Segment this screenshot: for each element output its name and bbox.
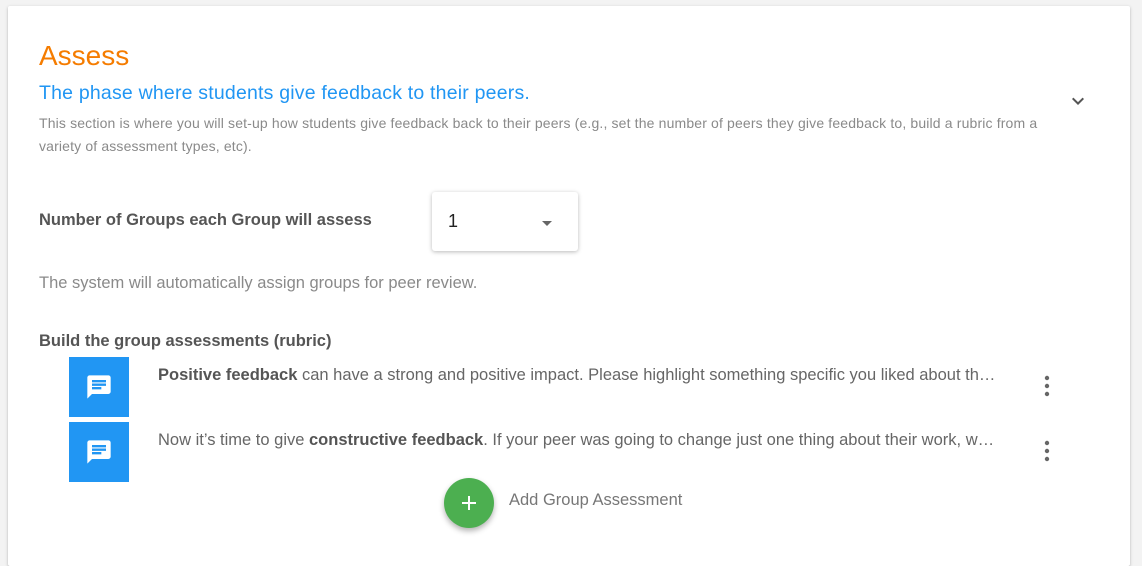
chevron-down-icon (1072, 97, 1084, 105)
rubric-item-rest-text: can have a strong and positive impact. P… (297, 366, 998, 384)
groups-count-value: 1 (448, 211, 459, 231)
dropdown-arrow-icon (542, 221, 552, 226)
more-vert-icon (1044, 440, 1050, 462)
section-title: Assess (39, 40, 130, 71)
more-vert-icon (1044, 375, 1050, 397)
rubric-label: Build the group assessments (rubric) (39, 332, 332, 350)
rubric-item-text: Now it’s time to give constructive feedb… (158, 431, 998, 450)
auto-assign-note: The system will automatically assign gro… (39, 274, 478, 292)
rubric-item-icon-box (69, 357, 129, 417)
rubric-item-rest-text: . If your peer was going to change just … (483, 431, 998, 449)
groups-count-select[interactable]: 1 (432, 192, 578, 251)
expand-toggle-button[interactable] (1066, 89, 1090, 113)
section-description: This section is where you will set-up ho… (39, 115, 1038, 154)
rubric-item-bold-text: constructive feedback (309, 431, 484, 449)
plus-icon (462, 496, 476, 510)
comment-icon (87, 440, 111, 464)
rubric-item-bold-text: Positive feedback (158, 366, 298, 384)
rubric-item-positive-feedback[interactable]: Positive feedback can have a strong and … (69, 357, 1069, 417)
rubric-item-icon-box (69, 422, 129, 482)
rubric-item-constructive-feedback[interactable]: Now it’s time to give constructive feedb… (69, 422, 1069, 482)
rubric-item-text: Positive feedback can have a strong and … (158, 366, 998, 385)
more-options-button[interactable] (1035, 372, 1059, 400)
more-options-button[interactable] (1035, 437, 1059, 465)
comment-icon (87, 375, 111, 399)
section-subtitle: The phase where students give feedback t… (39, 82, 531, 104)
assess-section-card: Assess The phase where students give fee… (8, 6, 1130, 566)
add-group-assessment-label[interactable]: Add Group Assessment (509, 491, 682, 510)
add-group-assessment-button[interactable] (444, 478, 494, 528)
groups-count-label: Number of Groups each Group will assess (39, 211, 372, 229)
rubric-item-prefix-text: Now it’s time to give (158, 431, 309, 449)
